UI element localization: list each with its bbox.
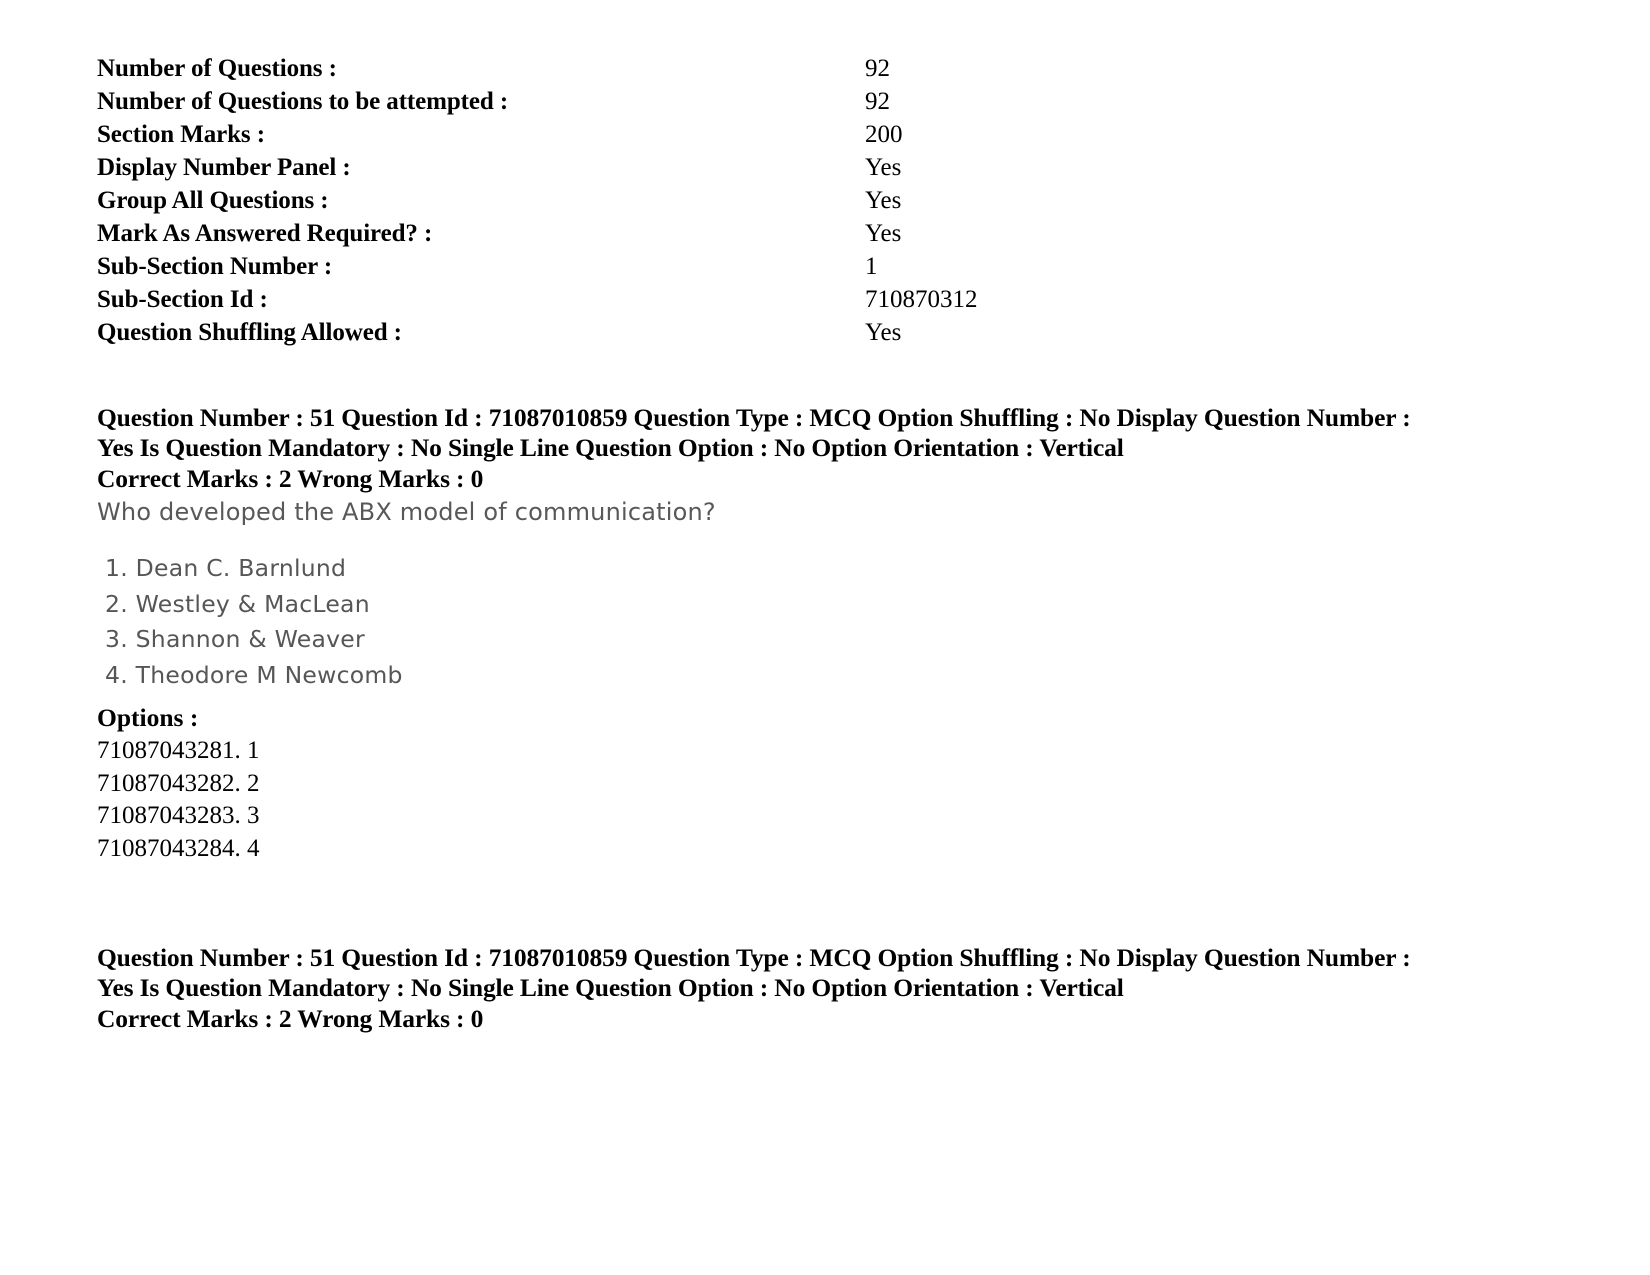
table-row: Group All Questions : Yes bbox=[97, 184, 1197, 217]
property-label: Question Shuffling Allowed : bbox=[97, 319, 402, 346]
property-value: Yes bbox=[865, 220, 902, 247]
table-row: Mark As Answered Required? : Yes bbox=[97, 217, 1197, 250]
scanned-option-list: 1. Dean C. Barnlund 2. Westley & MacLean… bbox=[97, 551, 1577, 693]
property-value: 92 bbox=[865, 55, 890, 82]
property-value: 710870312 bbox=[865, 286, 978, 313]
property-value: Yes bbox=[865, 319, 902, 346]
property-value: Yes bbox=[865, 187, 902, 214]
list-item: 1. Dean C. Barnlund bbox=[105, 554, 347, 582]
list-item: 3. Shannon & Weaver bbox=[105, 625, 365, 653]
question-metadata-line-2: Question Mandatory : No Single Line Ques… bbox=[165, 433, 1124, 462]
table-row: Display Number Panel : Yes bbox=[97, 151, 1197, 184]
property-label: Sub-Section Number : bbox=[97, 253, 333, 280]
question-marks: Correct Marks : 2 Wrong Marks : 0 bbox=[97, 1004, 484, 1033]
table-row: Number of Questions : 92 bbox=[97, 52, 1197, 85]
table-row: Question Shuffling Allowed : Yes bbox=[97, 316, 1197, 349]
property-value: Yes bbox=[865, 154, 902, 181]
property-value: 1 bbox=[865, 253, 878, 280]
question-block-1: Question Number : 51 Question Id : 71087… bbox=[97, 403, 1577, 865]
options-heading: Options : bbox=[97, 703, 199, 732]
table-row: Section Marks : 200 bbox=[97, 118, 1197, 151]
option-id-item: 71087043281. 1 bbox=[97, 737, 260, 764]
list-item: 2. Westley & MacLean bbox=[105, 589, 370, 618]
question-metadata: Question Number : 51 Question Id : 71087… bbox=[97, 403, 1427, 463]
question-metadata: Question Number : 51 Question Id : 71087… bbox=[97, 943, 1427, 1003]
property-label: Display Number Panel : bbox=[97, 154, 351, 181]
property-label: Number of Questions to be attempted : bbox=[97, 88, 509, 115]
option-id-item: 71087043283. 3 bbox=[97, 802, 260, 829]
scanned-question-text: Who developed the ABX model of communica… bbox=[97, 498, 716, 526]
option-id-item: 71087043284. 4 bbox=[97, 834, 260, 862]
list-item: 4. Theodore M Newcomb bbox=[105, 660, 403, 689]
table-row: Sub-Section Id : 710870312 bbox=[97, 283, 1197, 316]
question-marks: Correct Marks : 2 Wrong Marks : 0 bbox=[97, 464, 484, 493]
question-block-2: Question Number : 51 Question Id : 71087… bbox=[97, 943, 1577, 1035]
document-page: Number of Questions : 92 Number of Quest… bbox=[0, 0, 1650, 1275]
property-label: Group All Questions : bbox=[97, 187, 329, 214]
page-content: Number of Questions : 92 Number of Quest… bbox=[97, 52, 1577, 1035]
property-label: Sub-Section Id : bbox=[97, 286, 268, 313]
table-row: Sub-Section Number : 1 bbox=[97, 250, 1197, 283]
property-label: Section Marks : bbox=[97, 121, 265, 148]
property-value: 200 bbox=[865, 121, 903, 148]
property-label: Mark As Answered Required? : bbox=[97, 220, 433, 247]
section-properties-table: Number of Questions : 92 Number of Quest… bbox=[97, 52, 1197, 349]
table-row: Number of Questions to be attempted : 92 bbox=[97, 85, 1197, 118]
property-value: 92 bbox=[865, 88, 890, 115]
question-metadata-line-2: Question Mandatory : No Single Line Ques… bbox=[165, 973, 1124, 1002]
scanned-question-image: Who developed the ABX model of communica… bbox=[97, 495, 1577, 693]
property-label: Number of Questions : bbox=[97, 55, 337, 82]
option-id-item: 71087043282. 2 bbox=[97, 769, 260, 797]
